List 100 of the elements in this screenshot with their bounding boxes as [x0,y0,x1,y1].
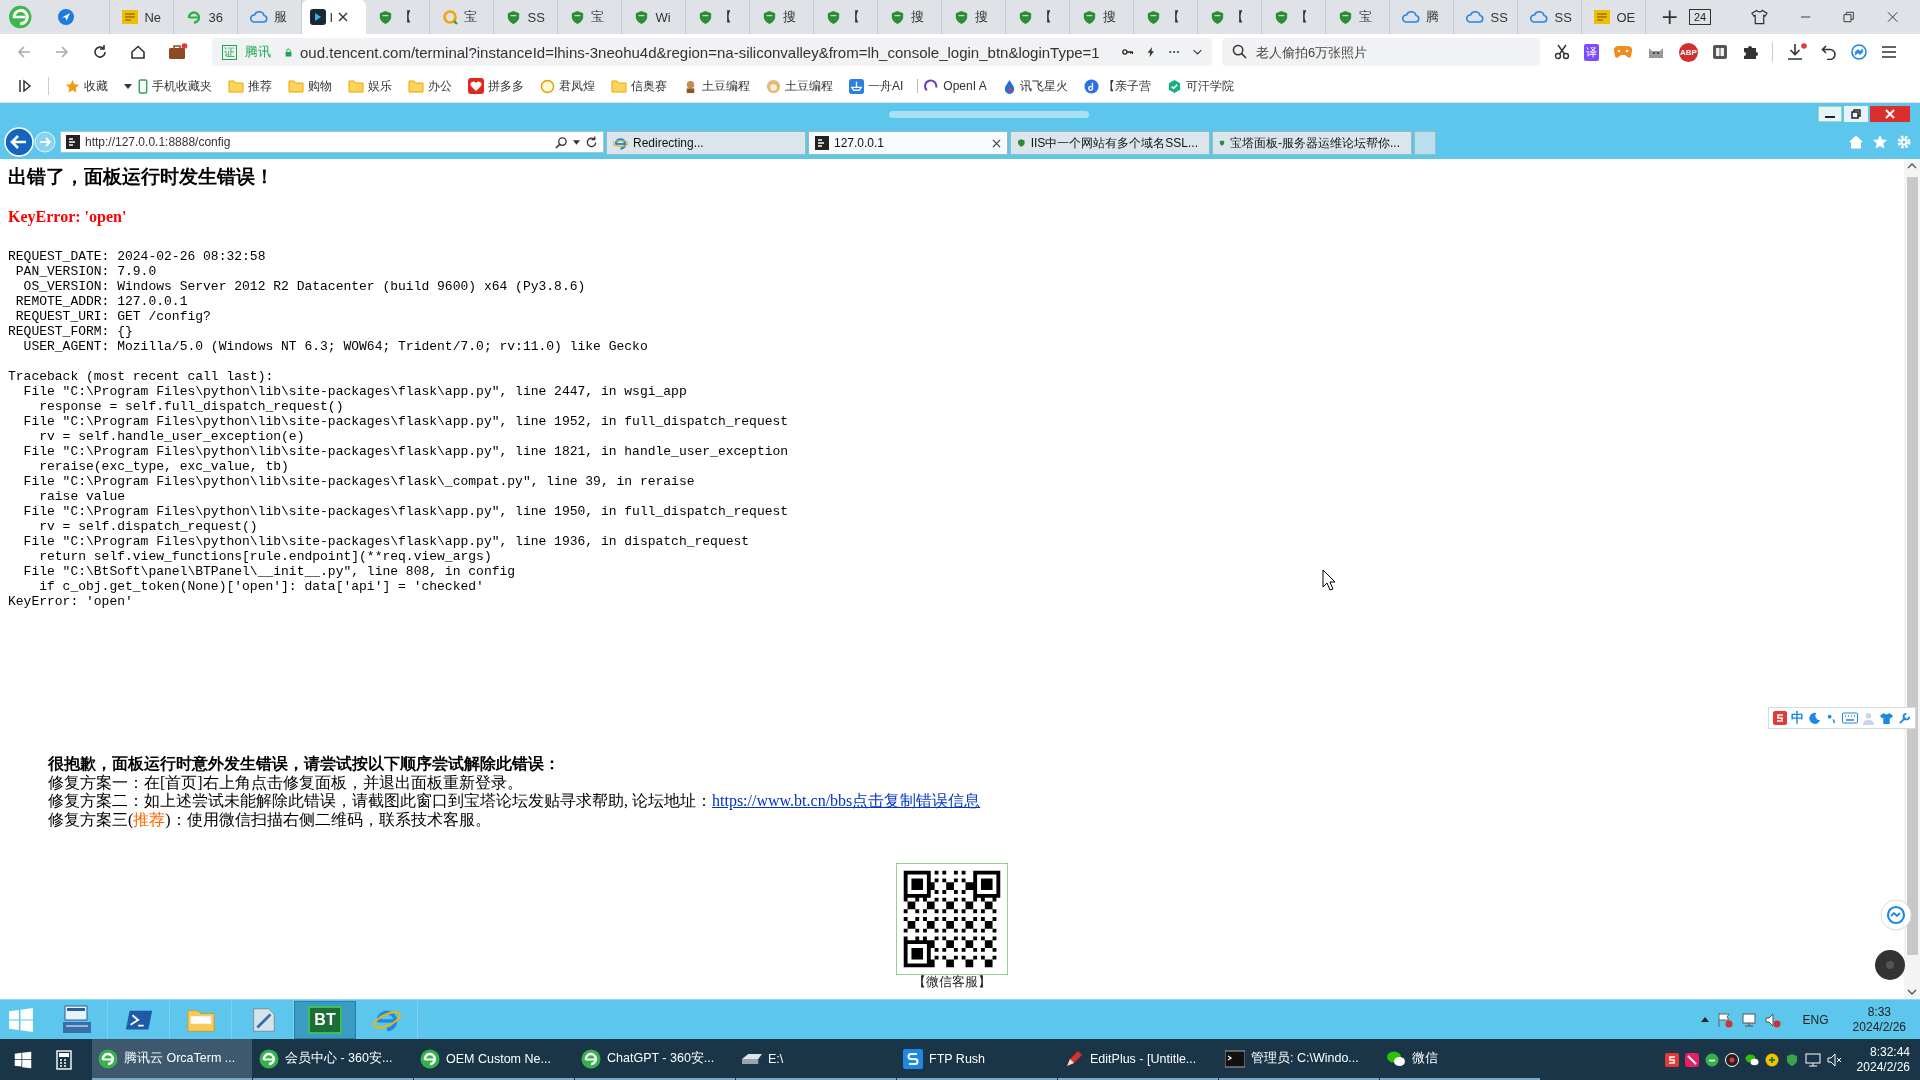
address-bar[interactable]: http://127.0.0.1:8888/config [60,131,604,153]
adblock-button[interactable]: ABP [1679,42,1698,62]
tab-count-button[interactable]: 24 [1688,9,1712,25]
bookmark-item[interactable]: 土豆编程 [683,77,750,95]
bookmark-item[interactable]: 【亲子营 [1083,77,1151,95]
tray-app-icon[interactable] [1724,1052,1739,1067]
browser-tab[interactable]: IIS中一个网站有多个域名SSL... [1010,131,1210,155]
tray-app-icon[interactable] [1664,1052,1679,1067]
start-icon[interactable] [14,1050,32,1069]
sidebar-toggle-icon[interactable] [18,79,32,93]
taskbar-button[interactable]: 微信 [1380,1039,1540,1080]
home-icon[interactable] [130,44,146,60]
reload-icon[interactable] [92,44,108,60]
more-icon[interactable] [1168,50,1180,54]
browser-logo-icon[interactable] [8,4,33,30]
tray-up-arrow-icon[interactable] [1700,1017,1709,1022]
flag-icon[interactable] [1716,1011,1733,1028]
caret-icon[interactable] [573,139,580,145]
search-field[interactable]: 老人偷拍6万张照片 [1222,38,1540,66]
bookmark-item[interactable]: 土豆编程 [766,77,833,95]
dark-circle-icon[interactable] [1874,949,1906,981]
key-icon[interactable] [1121,47,1134,57]
language-indicator[interactable]: ENG [1802,1012,1829,1027]
minimize-icon[interactable] [1818,106,1842,122]
bookmark-item[interactable]: 君凤煌 [540,77,595,95]
bookmark-item[interactable]: 一舟AI [849,77,904,95]
shirt-icon[interactable] [1751,9,1769,25]
close-icon[interactable] [1870,106,1910,122]
refresh-icon[interactable] [585,135,598,149]
globe-e-icon [581,1048,601,1069]
speaker-muted-icon[interactable] [1826,1052,1843,1067]
puzzle-icon[interactable] [1742,44,1758,60]
chat-bubbles-icon[interactable] [1744,1052,1759,1067]
translate-button[interactable]: 译 [1584,43,1599,61]
bookmark-item[interactable]: 推荐 [228,77,272,95]
restore-icon[interactable] [1843,11,1855,23]
calculator-icon[interactable] [56,1049,72,1070]
scroll-down-icon[interactable] [1907,989,1917,995]
ime-logo-icon[interactable] [1773,711,1787,725]
ime-mode-button[interactable]: 中 [1791,709,1804,727]
moon-icon[interactable] [1808,711,1821,725]
scissors-icon[interactable] [1554,44,1570,60]
shield-icon[interactable] [1784,1052,1799,1067]
taskbar-button[interactable]: EditPlus - [Untitle... [1058,1039,1218,1080]
taskbar-button[interactable]: OEM Custom Ne... [414,1039,574,1080]
bookmark-item[interactable]: 办公 [408,77,452,95]
bookmark-item[interactable]: 讯飞星火 [1002,77,1068,95]
wrench-icon[interactable] [1898,711,1911,725]
taskbar-button[interactable]: 管理员: C:\Windo... [1219,1039,1379,1080]
browser-tab[interactable]: I [302,0,367,34]
back-icon[interactable] [4,127,34,157]
bookmark-item[interactable]: 购物 [288,77,332,95]
speaker-icon[interactable] [1764,1011,1781,1028]
bookmark-item[interactable]: 手机收藏夹 [138,77,212,95]
taskbar-button[interactable]: BT [294,1000,356,1039]
clock[interactable]: 8:32:44 2024/2/26 [1856,1044,1910,1075]
chevron-down-icon[interactable] [1193,48,1202,56]
browser-tab[interactable]: Redirecting... [606,131,806,155]
tray-app-icon[interactable] [1704,1052,1719,1067]
download-icon[interactable] [1787,43,1807,61]
bookmark-item[interactable]: 信奥赛 [611,77,667,95]
bookmark-item[interactable]: 拼多多 [468,77,524,95]
book-icon[interactable] [1712,44,1728,60]
heart-icon [468,78,484,94]
briefcase-icon[interactable] [168,43,188,61]
address-bar[interactable]: 证 腾讯 oud.tencent.com/terminal?instanceId=lhins-3neohu4d&region=na-siliconvalley&from=lh_console_login_btn&loginType=1 [212,38,1212,66]
bookmark-item[interactable]: 娱乐 [348,77,392,95]
sync-icon[interactable] [1851,44,1867,60]
forum-link[interactable]: https://www.bt.cn/bbs点击复制错误信息 [712,792,981,809]
start-icon[interactable] [8,1006,34,1033]
tray-app-icon[interactable] [1684,1052,1699,1067]
bookmark-item[interactable]: 可汗学院 [1166,77,1234,95]
taskbar-button[interactable]: 会员中心 - 360安... [253,1039,413,1080]
taskbar-button[interactable]: FTP Rush [897,1039,1057,1080]
menu-icon[interactable] [1881,45,1897,59]
caret-icon[interactable] [124,83,132,89]
clock[interactable]: 8:33 2024/2/26 [1852,1004,1906,1035]
close-icon[interactable] [1886,11,1898,23]
bookmark-item[interactable]: OpenI A [924,78,987,94]
keyboard-icon[interactable] [1842,712,1858,724]
bookmark-item[interactable]: 收藏 [65,77,108,95]
star-icon[interactable] [1872,134,1888,150]
network-icon[interactable] [1804,1052,1821,1067]
close-tab-icon[interactable] [992,138,1001,148]
code-line: File "C:\Program Files\python\lib\site-packages\flask\app.py", line 2447, in wsgi_app [22,384,687,399]
tray-app-icon[interactable] [1764,1052,1779,1067]
undo-icon[interactable] [1821,44,1837,60]
new-tab-button[interactable]: + [1650,6,1689,28]
taskbar-button[interactable]: E:\ [736,1039,896,1080]
search-icon[interactable] [555,135,568,149]
assistant-icon[interactable] [1880,899,1912,931]
browser-tab[interactable]: 宝塔面板-服务器运维论坛帮你... [1212,131,1412,155]
scrollbar[interactable] [1904,159,1920,999]
network-icon[interactable] [1740,1011,1757,1028]
browser-tab[interactable]: 127.0.0.1 [808,131,1008,155]
close-tab-icon[interactable] [338,12,349,22]
scroll-up-icon[interactable] [1907,163,1917,169]
restore-icon[interactable] [1844,106,1868,122]
taskbar-button[interactable]: 腾讯云 OrcaTerm ... [92,1039,252,1080]
taskbar-button[interactable]: ChatGPT - 360安... [575,1039,735,1080]
